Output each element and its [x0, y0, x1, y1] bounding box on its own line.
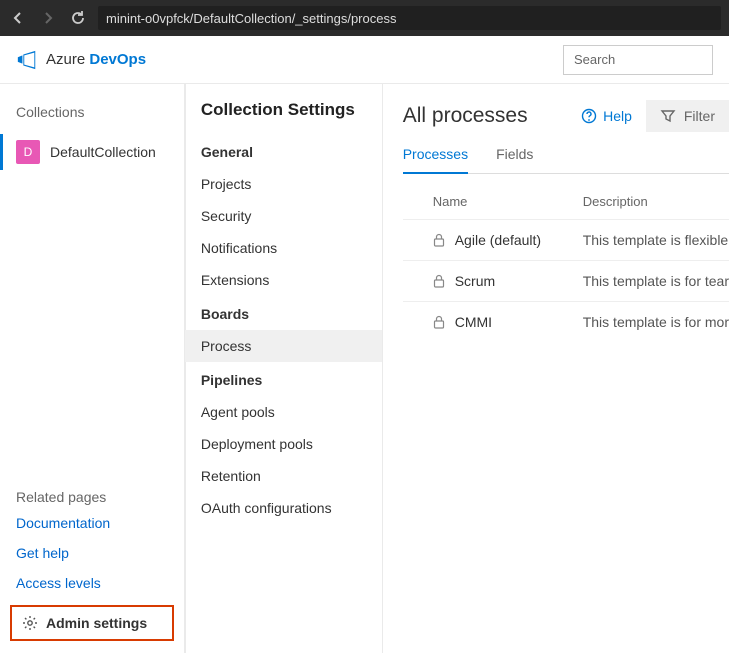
process-description: This template is for mor	[583, 314, 729, 330]
process-name: Agile (default)	[455, 232, 541, 248]
admin-settings-label: Admin settings	[46, 615, 147, 631]
process-name: Scrum	[455, 273, 495, 289]
column-name[interactable]: Name	[433, 194, 583, 209]
nav-retention[interactable]: Retention	[185, 460, 382, 492]
group-general: General	[185, 134, 382, 168]
azure-devops-logo-icon	[16, 49, 38, 71]
url-text: minint-o0vpfck/DefaultCollection/_settin…	[106, 11, 396, 26]
tab-processes[interactable]: Processes	[403, 146, 468, 174]
process-description: This template is flexible	[583, 232, 729, 248]
left-sidebar: Collections D DefaultCollection Related …	[0, 84, 184, 653]
filter-label: Filter	[684, 108, 715, 124]
settings-nav: Collection Settings General Projects Sec…	[184, 84, 382, 653]
app-header: Azure DevOps Search	[0, 36, 729, 84]
table-row[interactable]: Scrum This template is for tear	[403, 260, 729, 301]
link-access-levels[interactable]: Access levels	[16, 575, 168, 591]
brand-text: Azure DevOps	[46, 51, 146, 68]
nav-oauth-configurations[interactable]: OAuth configurations	[185, 492, 382, 524]
nav-process[interactable]: Process	[185, 330, 382, 362]
nav-projects[interactable]: Projects	[185, 168, 382, 200]
collection-item-default[interactable]: D DefaultCollection	[0, 134, 168, 170]
table-row[interactable]: CMMI This template is for mor	[403, 301, 729, 342]
forward-button[interactable]	[38, 8, 58, 28]
help-button[interactable]: Help	[567, 100, 646, 132]
address-bar[interactable]: minint-o0vpfck/DefaultCollection/_settin…	[98, 6, 721, 30]
tab-fields[interactable]: Fields	[496, 146, 533, 173]
browser-bar: minint-o0vpfck/DefaultCollection/_settin…	[0, 0, 729, 36]
back-button[interactable]	[8, 8, 28, 28]
lock-icon	[433, 233, 445, 247]
group-pipelines: Pipelines	[185, 362, 382, 396]
table-row[interactable]: Agile (default) This template is flexibl…	[403, 219, 729, 260]
process-table: Name Description Agile (default) This te…	[403, 184, 729, 342]
process-description: This template is for tear	[583, 273, 729, 289]
process-name: CMMI	[455, 314, 492, 330]
column-description[interactable]: Description	[583, 194, 729, 209]
filter-button[interactable]: Filter	[646, 100, 729, 132]
filter-icon	[660, 108, 676, 124]
tabs: Processes Fields	[403, 146, 729, 174]
collection-avatar: D	[16, 140, 40, 164]
search-input[interactable]: Search	[563, 45, 713, 75]
help-icon	[581, 108, 597, 124]
related-pages-label: Related pages	[16, 489, 168, 505]
settings-nav-title: Collection Settings	[185, 100, 382, 134]
collection-name: DefaultCollection	[50, 144, 156, 160]
link-documentation[interactable]: Documentation	[16, 515, 168, 531]
gear-icon	[22, 615, 38, 631]
nav-deployment-pools[interactable]: Deployment pools	[185, 428, 382, 460]
group-boards: Boards	[185, 296, 382, 330]
lock-icon	[433, 274, 445, 288]
brand[interactable]: Azure DevOps	[16, 49, 146, 71]
nav-extensions[interactable]: Extensions	[185, 264, 382, 296]
nav-notifications[interactable]: Notifications	[185, 232, 382, 264]
nav-security[interactable]: Security	[185, 200, 382, 232]
page-title: All processes	[403, 104, 528, 128]
collections-label: Collections	[16, 104, 168, 120]
help-label: Help	[603, 108, 632, 124]
table-header: Name Description	[403, 184, 729, 219]
admin-settings-button[interactable]: Admin settings	[10, 605, 174, 641]
main-content: All processes Help Filter Processes Fiel…	[382, 84, 729, 653]
lock-icon	[433, 315, 445, 329]
reload-button[interactable]	[68, 8, 88, 28]
nav-agent-pools[interactable]: Agent pools	[185, 396, 382, 428]
link-get-help[interactable]: Get help	[16, 545, 168, 561]
